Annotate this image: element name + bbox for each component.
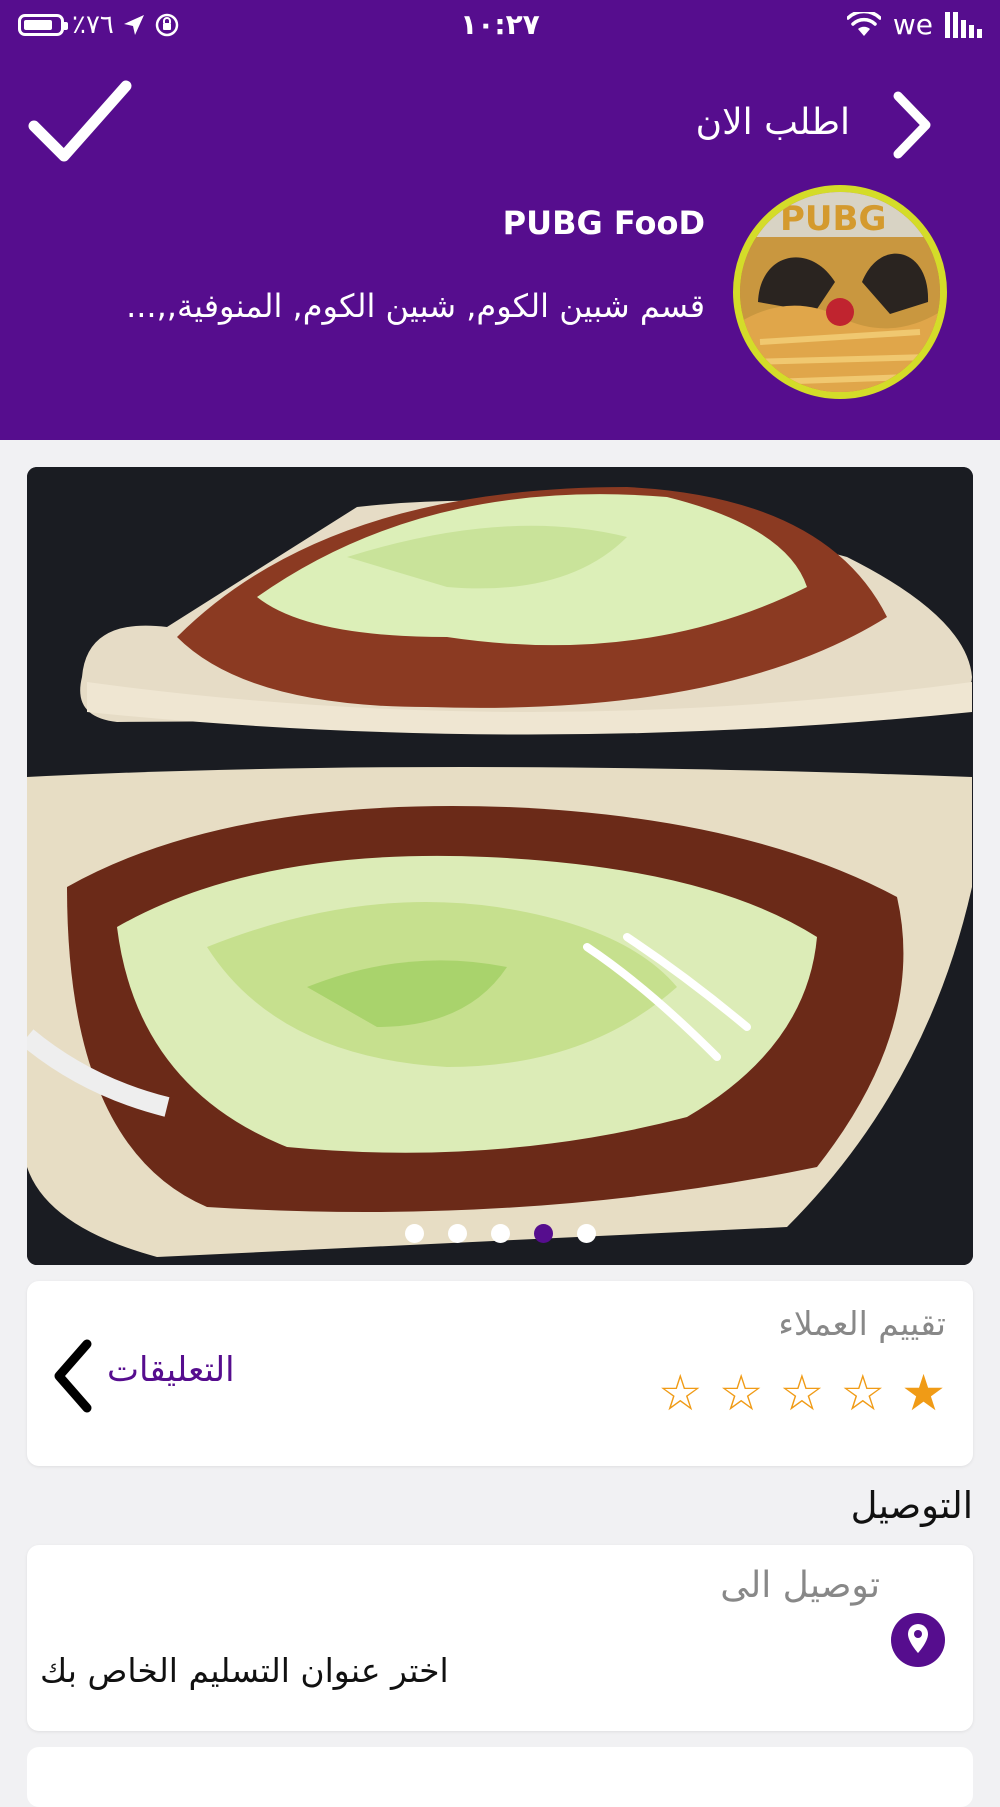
- choose-address-text: اختر عنوان التسليم الخاص بك: [40, 1651, 449, 1690]
- deliver-to-label: توصيل الى: [720, 1565, 880, 1606]
- carrier-name: we: [892, 8, 933, 41]
- food-image: [27, 467, 973, 1265]
- rating-title: تقييم العملاء: [778, 1304, 946, 1343]
- carousel-dot[interactable]: [447, 1224, 467, 1243]
- star-empty-icon: ☆: [779, 1364, 825, 1422]
- comments-link[interactable]: التعليقات: [107, 1350, 235, 1390]
- store-name: PUBG FooD: [502, 204, 705, 242]
- carousel-dot-active[interactable]: [533, 1224, 553, 1243]
- confirm-check-icon[interactable]: [28, 78, 132, 164]
- header-title: اطلب الان: [695, 102, 850, 143]
- food-image-carousel[interactable]: [27, 467, 973, 1265]
- wifi-icon: [846, 11, 881, 36]
- signal-icon: [945, 11, 982, 38]
- svg-text:PUBG: PUBG: [780, 199, 886, 239]
- carousel-dot[interactable]: [490, 1224, 510, 1243]
- carousel-dots: [27, 1224, 973, 1243]
- star-filled-icon: ★: [901, 1364, 946, 1422]
- star-empty-icon: ☆: [840, 1364, 886, 1422]
- star-empty-icon: ☆: [657, 1364, 703, 1422]
- rating-card: تقييم العملاء ★ ☆ ☆ ☆ ☆ التعليقات: [27, 1281, 973, 1466]
- store-logo-image: PUBG: [740, 192, 940, 392]
- carousel-dot[interactable]: [576, 1224, 596, 1243]
- store-address: قسم شبين الكوم, شبين الكوم, المنوفية,,..…: [126, 287, 705, 325]
- rating-stars: ★ ☆ ☆ ☆ ☆: [658, 1365, 946, 1421]
- store-logo: PUBG: [733, 185, 947, 399]
- status-bar: ٪٧٦ ١٠:٢٧ we: [0, 0, 1000, 56]
- star-empty-icon: ☆: [718, 1364, 764, 1422]
- carousel-dot[interactable]: [404, 1224, 424, 1243]
- status-right: we: [846, 8, 982, 41]
- delivery-address-card[interactable]: توصيل الى اختر عنوان التسليم الخاص بك: [27, 1545, 973, 1731]
- app-header: ٪٧٦ ١٠:٢٧ we اطلب الان PUBG PUBG FooD قس…: [0, 0, 1000, 440]
- location-pin-icon: [891, 1613, 945, 1667]
- next-card: [27, 1747, 973, 1807]
- back-chevron-icon[interactable]: [888, 90, 938, 160]
- delivery-heading: التوصيل: [850, 1484, 973, 1527]
- chevron-left-icon[interactable]: [49, 1338, 97, 1414]
